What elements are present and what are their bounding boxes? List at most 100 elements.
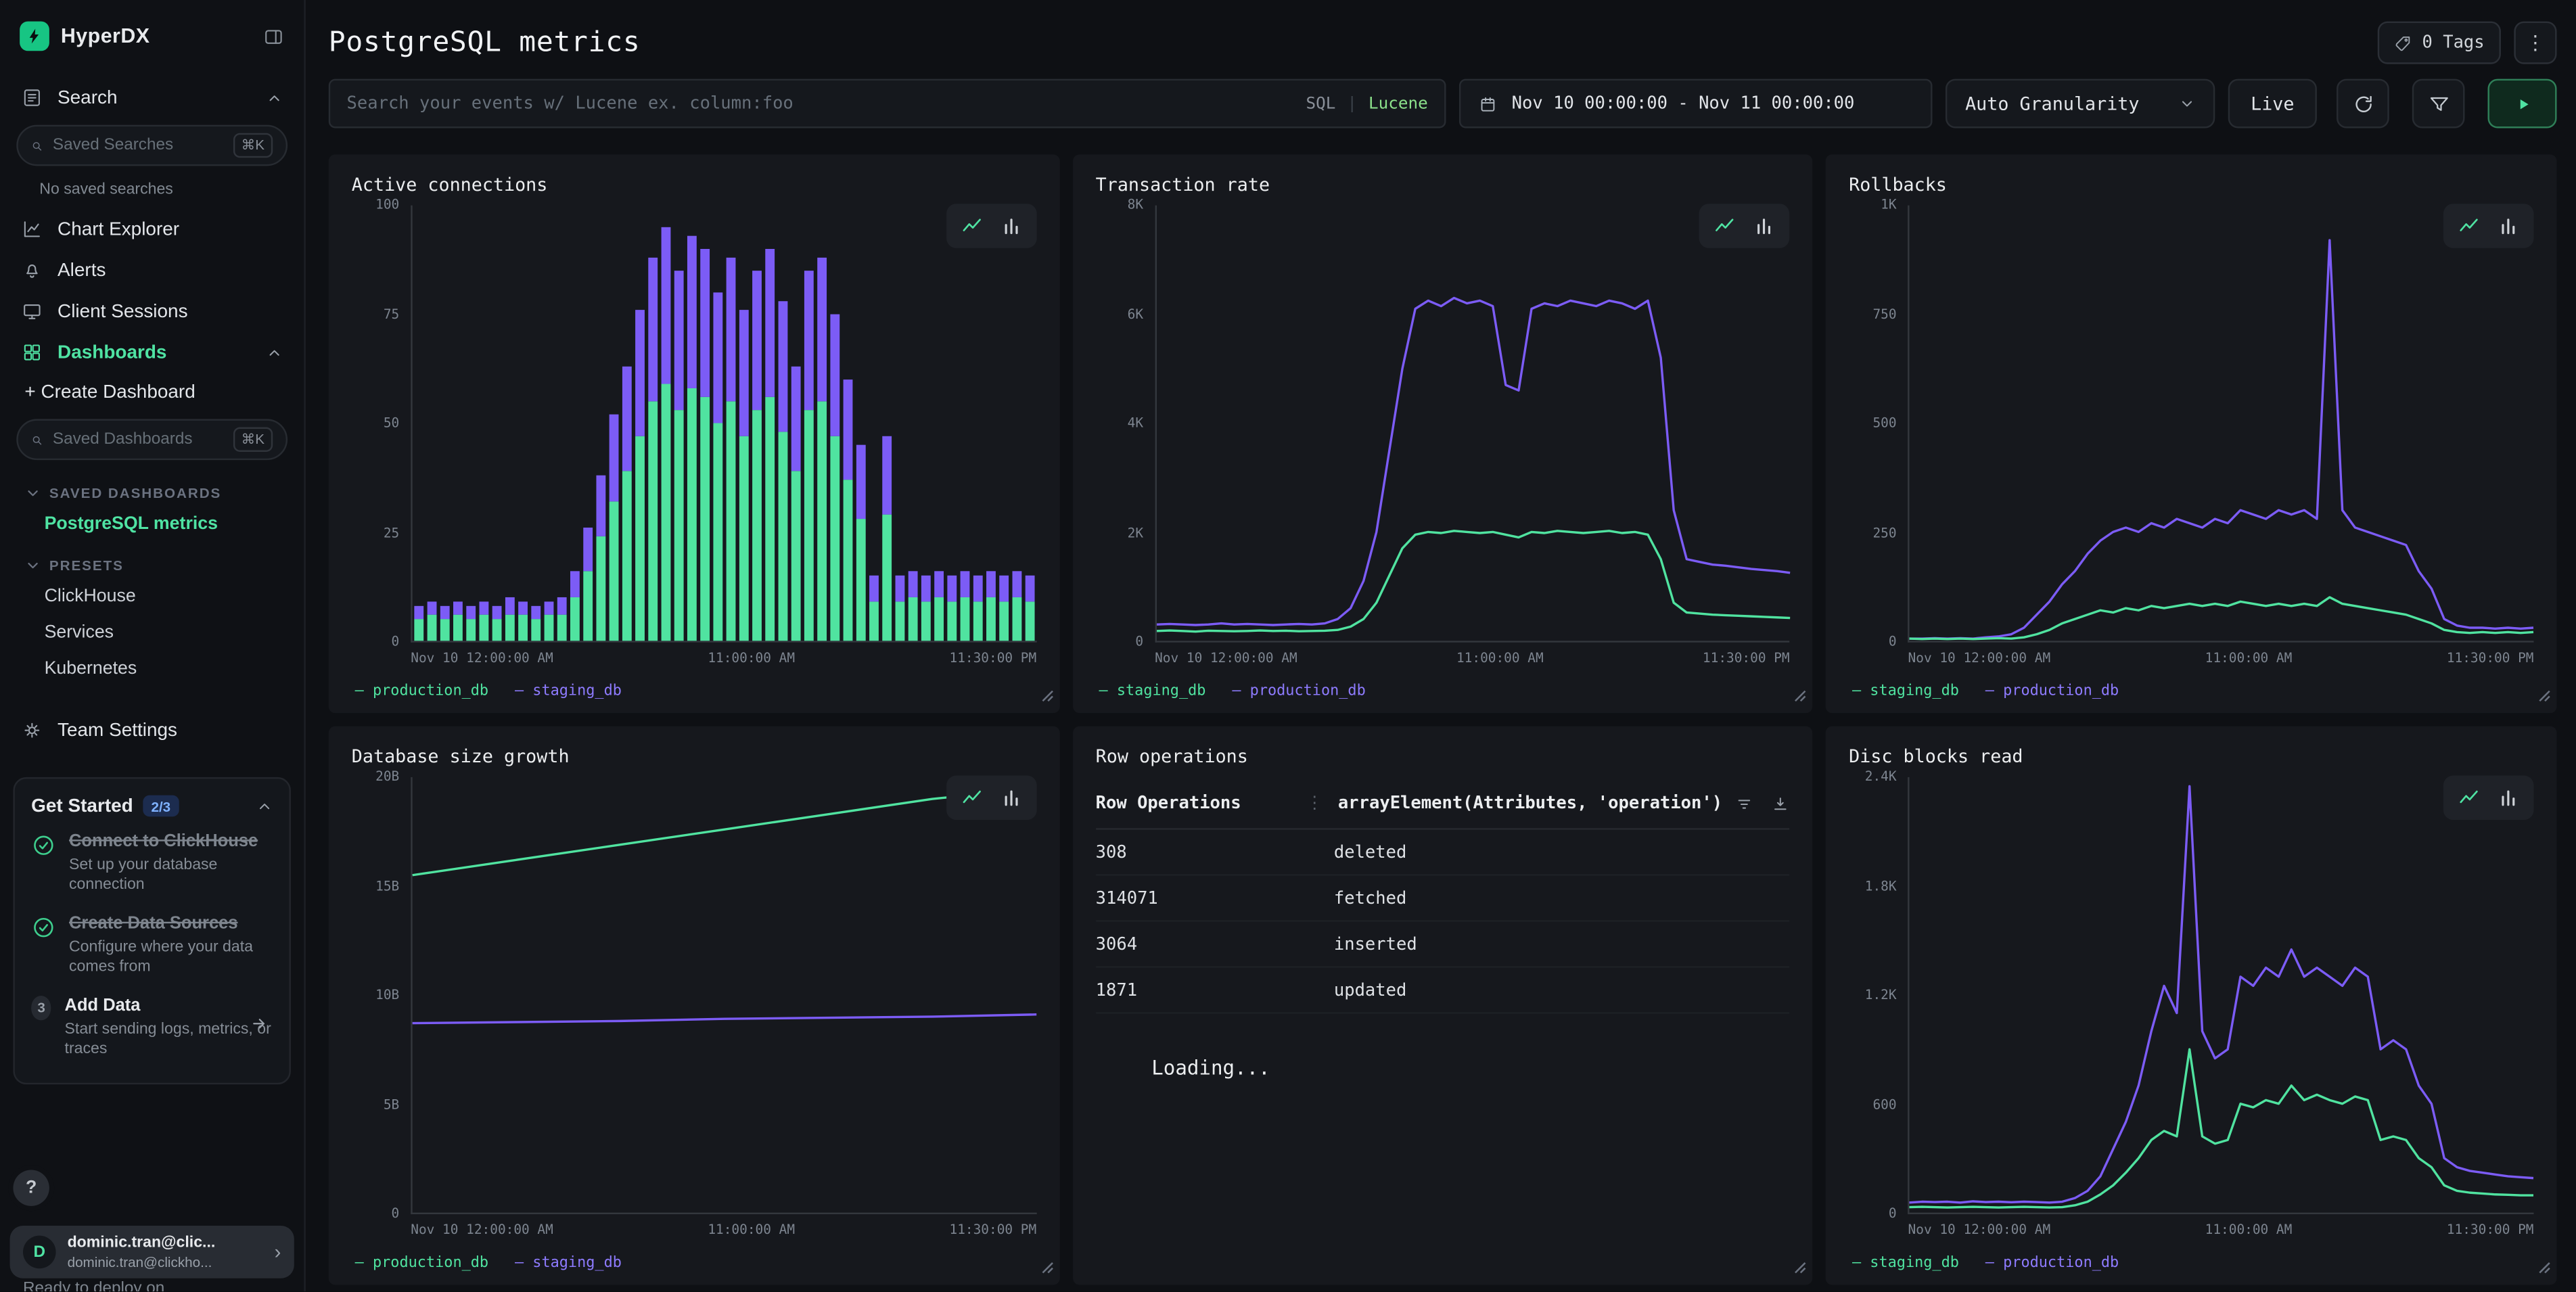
kebab-menu-button[interactable]: ⋮ <box>2514 22 2556 64</box>
filter-rows-icon[interactable] <box>1736 794 1754 812</box>
granularity-select[interactable]: Auto Granularity <box>1946 79 2215 129</box>
sidebar-preset-services[interactable]: Services <box>0 614 304 650</box>
chevron-up-icon[interactable] <box>256 798 273 814</box>
saved-dashboards-search[interactable]: ⌘K <box>16 419 288 460</box>
chart-type-toggle <box>946 204 1037 248</box>
line-chart-icon[interactable] <box>1714 215 1736 237</box>
saved-searches-input[interactable] <box>53 137 223 155</box>
user-menu[interactable]: D dominic.tran@clic... dominic.tran@clic… <box>10 1226 294 1278</box>
resize-handle[interactable] <box>1793 1249 1806 1280</box>
legend-entry[interactable]: — production_db <box>355 1255 488 1272</box>
sidebar-dashboard-postgresql[interactable]: PostgreSQL metrics <box>0 506 304 542</box>
legend-entry[interactable]: — production_db <box>1985 683 2119 699</box>
legend-entry[interactable]: — production_db <box>1232 683 1365 699</box>
y-axis-labels: 06001.2K1.8K2.4K <box>1849 777 1908 1214</box>
tags-label: 0 Tags <box>2422 33 2484 53</box>
bar-chart-icon[interactable] <box>2498 215 2519 237</box>
step-add-data[interactable]: 3 Add Data Start sending logs, metrics, … <box>31 995 273 1061</box>
bar-chart-icon[interactable] <box>2498 787 2519 808</box>
resize-handle[interactable] <box>1040 677 1053 708</box>
sidebar-item-alerts[interactable]: Alerts <box>0 250 304 291</box>
resize-handle[interactable] <box>1040 1249 1053 1280</box>
legend-entry[interactable]: — staging_db <box>1852 1255 1959 1272</box>
sidebar-item-dashboards[interactable]: Dashboards <box>0 332 304 373</box>
legend-entry[interactable]: — production_db <box>355 683 488 699</box>
step-subtitle: Start sending logs, metrics, or traces <box>65 1020 273 1061</box>
chart: 0255075100 Nov 10 12:00:00 AM11:00:00 AM… <box>352 206 1036 703</box>
y-tick-label: 15B <box>375 880 399 893</box>
bar-chart-icon[interactable] <box>1001 215 1022 237</box>
step-connect-clickhouse[interactable]: Connect to ClickHouse Set up your databa… <box>31 831 273 897</box>
chevron-right-icon: › <box>275 1241 281 1264</box>
event-search-box[interactable]: SQL | Lucene <box>329 79 1446 129</box>
sidebar-item-chart-explorer[interactable]: Chart Explorer <box>0 208 304 250</box>
y-tick-label: 500 <box>1872 417 1896 430</box>
app-window: HyperDX Search ⌘K No saved searches Char… <box>0 0 2576 1291</box>
bar-chart-icon[interactable] <box>1001 787 1022 808</box>
bar-chart-icon[interactable] <box>1753 215 1775 237</box>
sidebar-collapse-icon[interactable] <box>263 26 285 47</box>
sidebar-item-client-sessions[interactable]: Client Sessions <box>0 291 304 332</box>
legend-entry[interactable]: — staging_db <box>1852 683 1959 699</box>
saved-dashboards-input[interactable] <box>53 430 223 448</box>
step-create-data-sources[interactable]: Create Data Sources Configure where your… <box>31 913 273 979</box>
nav-search-section[interactable]: Search <box>0 77 304 118</box>
line-chart-icon[interactable] <box>961 787 982 808</box>
table-row[interactable]: 308deleted <box>1096 830 1790 876</box>
y-tick-label: 10B <box>375 989 399 1002</box>
group-presets[interactable]: PRESETS <box>0 543 304 578</box>
x-tick-label: 11:30:00 PM <box>2447 651 2534 666</box>
chart-explorer-icon <box>22 218 43 240</box>
step-title: Create Data Sources <box>69 913 273 935</box>
legend-entry[interactable]: — production_db <box>1985 1255 2119 1272</box>
lucene-toggle[interactable]: Lucene <box>1368 95 1428 113</box>
tags-button[interactable]: 0 Tags <box>2378 22 2501 64</box>
legend-entry[interactable]: — staging_db <box>515 683 622 699</box>
run-query-button[interactable] <box>2488 79 2557 129</box>
table-row[interactable]: 314071fetched <box>1096 876 1790 922</box>
resize-handle[interactable] <box>2537 677 2550 708</box>
line-chart-icon[interactable] <box>2458 787 2480 808</box>
sql-toggle[interactable]: SQL <box>1306 95 1336 113</box>
line-chart-icon[interactable] <box>961 215 982 237</box>
create-dashboard-button[interactable]: + Create Dashboard <box>0 373 304 412</box>
nav-search-label: Search <box>58 88 252 108</box>
table-row[interactable]: 3064inserted <box>1096 922 1790 968</box>
group-saved-dashboards[interactable]: SAVED DASHBOARDS <box>0 470 304 506</box>
date-range-value: Nov 10 00:00:00 - Nov 11 00:00:00 <box>1512 93 1855 113</box>
chart-title: Database size growth <box>352 746 1036 768</box>
legend-entry[interactable]: — staging_db <box>515 1255 622 1272</box>
legend-entry[interactable]: — staging_db <box>1099 683 1206 699</box>
sidebar-item-label: Client Sessions <box>58 302 283 321</box>
column-header[interactable]: Row Operations <box>1096 793 1306 813</box>
table-row[interactable]: 1871updated <box>1096 968 1790 1014</box>
sidebar-preset-clickhouse[interactable]: ClickHouse <box>0 578 304 614</box>
download-icon[interactable] <box>1772 794 1790 812</box>
arrow-right-icon <box>250 1011 269 1041</box>
resize-handle[interactable] <box>1793 677 1806 708</box>
chart-title: Transaction rate <box>1096 174 1790 195</box>
y-tick-label: 0 <box>1889 636 1897 649</box>
live-button[interactable]: Live <box>2228 79 2317 129</box>
table-cell: fetched <box>1334 888 1790 908</box>
column-resize-handle[interactable]: ⋮ <box>1306 793 1324 813</box>
hyperdx-logo-icon <box>20 22 49 51</box>
user-email: dominic.tran@clickho... <box>68 1253 263 1270</box>
date-range-picker[interactable]: Nov 10 00:00:00 - Nov 11 00:00:00 <box>1459 79 1933 129</box>
sidebar-item-team-settings[interactable]: Team Settings <box>0 710 304 751</box>
event-search-input[interactable] <box>347 93 1293 113</box>
resize-handle[interactable] <box>2537 1249 2550 1280</box>
help-button[interactable]: ? <box>13 1170 49 1205</box>
filter-button[interactable] <box>2412 79 2465 129</box>
column-header[interactable]: arrayElement(Attributes, 'operation') <box>1338 793 1722 813</box>
line-chart-icon[interactable] <box>2458 215 2480 237</box>
refresh-button[interactable] <box>2337 79 2389 129</box>
brand-row: HyperDX <box>0 0 304 68</box>
sidebar-preset-kubernetes[interactable]: Kubernetes <box>0 651 304 687</box>
y-tick-label: 1.8K <box>1865 880 1897 893</box>
user-name: dominic.tran@clic... <box>68 1234 263 1253</box>
saved-searches-search[interactable]: ⌘K <box>16 125 288 166</box>
search-icon <box>31 137 43 154</box>
no-saved-searches-text: No saved searches <box>0 176 304 209</box>
search-icon <box>31 432 43 448</box>
